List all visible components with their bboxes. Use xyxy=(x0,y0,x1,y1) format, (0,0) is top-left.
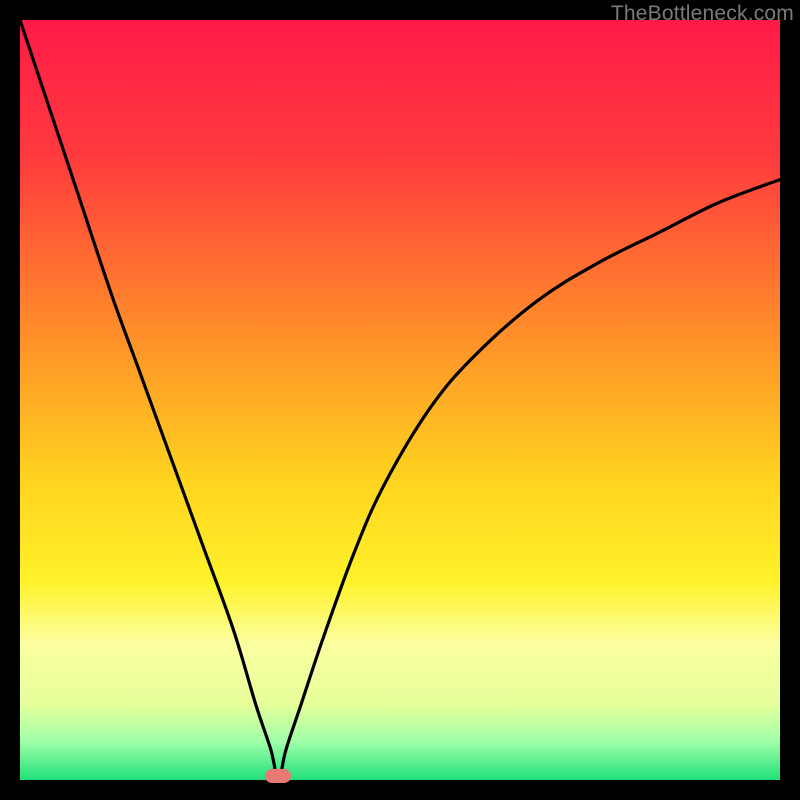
bottleneck-curve xyxy=(20,20,780,780)
optimal-point-marker xyxy=(265,769,291,783)
watermark-text: TheBottleneck.com xyxy=(611,2,794,26)
